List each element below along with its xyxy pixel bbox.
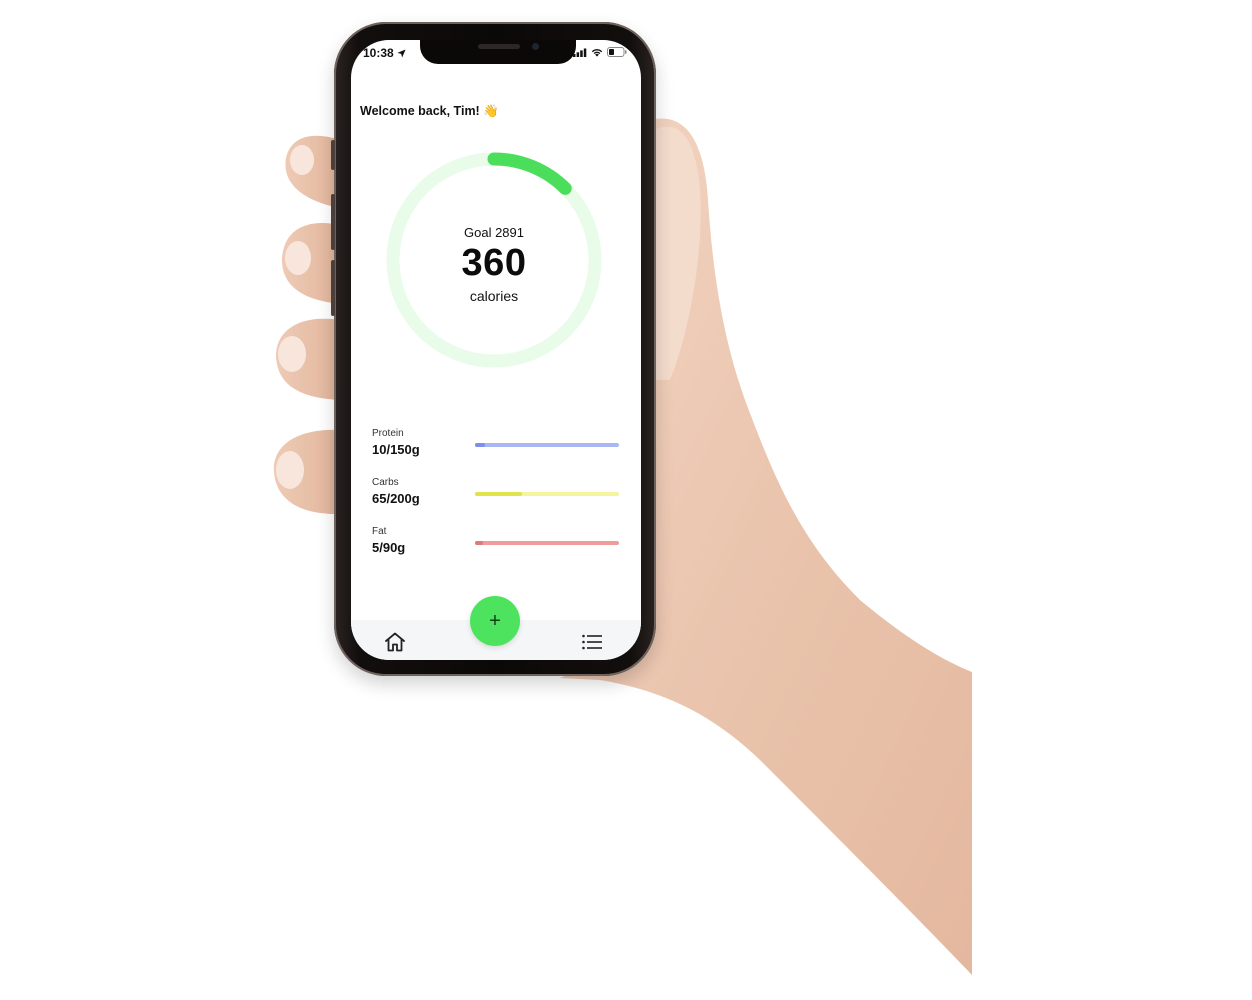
status-time: 10:38 xyxy=(363,46,406,60)
calorie-ring: Goal 2891 360 calories xyxy=(384,150,604,370)
greeting-text: Welcome back, Tim! xyxy=(360,104,480,118)
phone-device: 10:38 Welcome back, Tim! 👋 Goal 2891 360… xyxy=(331,22,656,676)
macro-bar-track xyxy=(475,492,619,496)
macro-name: Carbs xyxy=(372,477,399,488)
calorie-unit: calories xyxy=(469,288,519,304)
app-screen: 10:38 Welcome back, Tim! 👋 Goal 2891 360… xyxy=(351,40,641,660)
macro-bar-fill xyxy=(475,541,483,545)
waving-hand-emoji: 👋 xyxy=(483,104,499,118)
calorie-goal-label: Goal 2891 xyxy=(464,225,524,240)
macro-bar-fill xyxy=(475,443,485,447)
speaker-grille xyxy=(478,44,520,49)
macro-amount: 5/90g xyxy=(372,540,406,555)
notch xyxy=(420,40,576,64)
volume-up-button xyxy=(331,194,335,250)
macro-bar-track xyxy=(475,443,619,447)
status-time-text: 10:38 xyxy=(363,46,394,60)
volume-down-button xyxy=(331,260,335,316)
greeting: Welcome back, Tim! 👋 xyxy=(360,104,499,119)
wifi-icon xyxy=(591,48,603,57)
macro-name: Protein xyxy=(372,428,404,439)
macro-amount: 65/200g xyxy=(372,491,420,506)
add-entry-button[interactable]: + xyxy=(470,596,520,646)
status-icons xyxy=(573,47,627,57)
macro-row-fat: Fat 5/90g xyxy=(372,526,622,562)
macro-row-protein: Protein 10/150g xyxy=(372,428,622,464)
list-icon[interactable] xyxy=(581,632,603,652)
calorie-value: 360 xyxy=(461,242,527,284)
mute-switch xyxy=(331,140,335,170)
macro-bar-track xyxy=(475,541,619,545)
signal-icon xyxy=(573,48,587,57)
battery-icon xyxy=(607,47,627,57)
product-photo: 10:38 Welcome back, Tim! 👋 Goal 2891 360… xyxy=(0,0,1252,1000)
macro-row-carbs: Carbs 65/200g xyxy=(372,477,622,513)
location-arrow-icon xyxy=(397,48,406,58)
macro-name: Fat xyxy=(372,526,387,537)
macro-amount: 10/150g xyxy=(372,442,420,457)
front-camera xyxy=(532,43,539,50)
home-icon[interactable] xyxy=(383,630,407,654)
macro-bar-fill xyxy=(475,492,522,496)
